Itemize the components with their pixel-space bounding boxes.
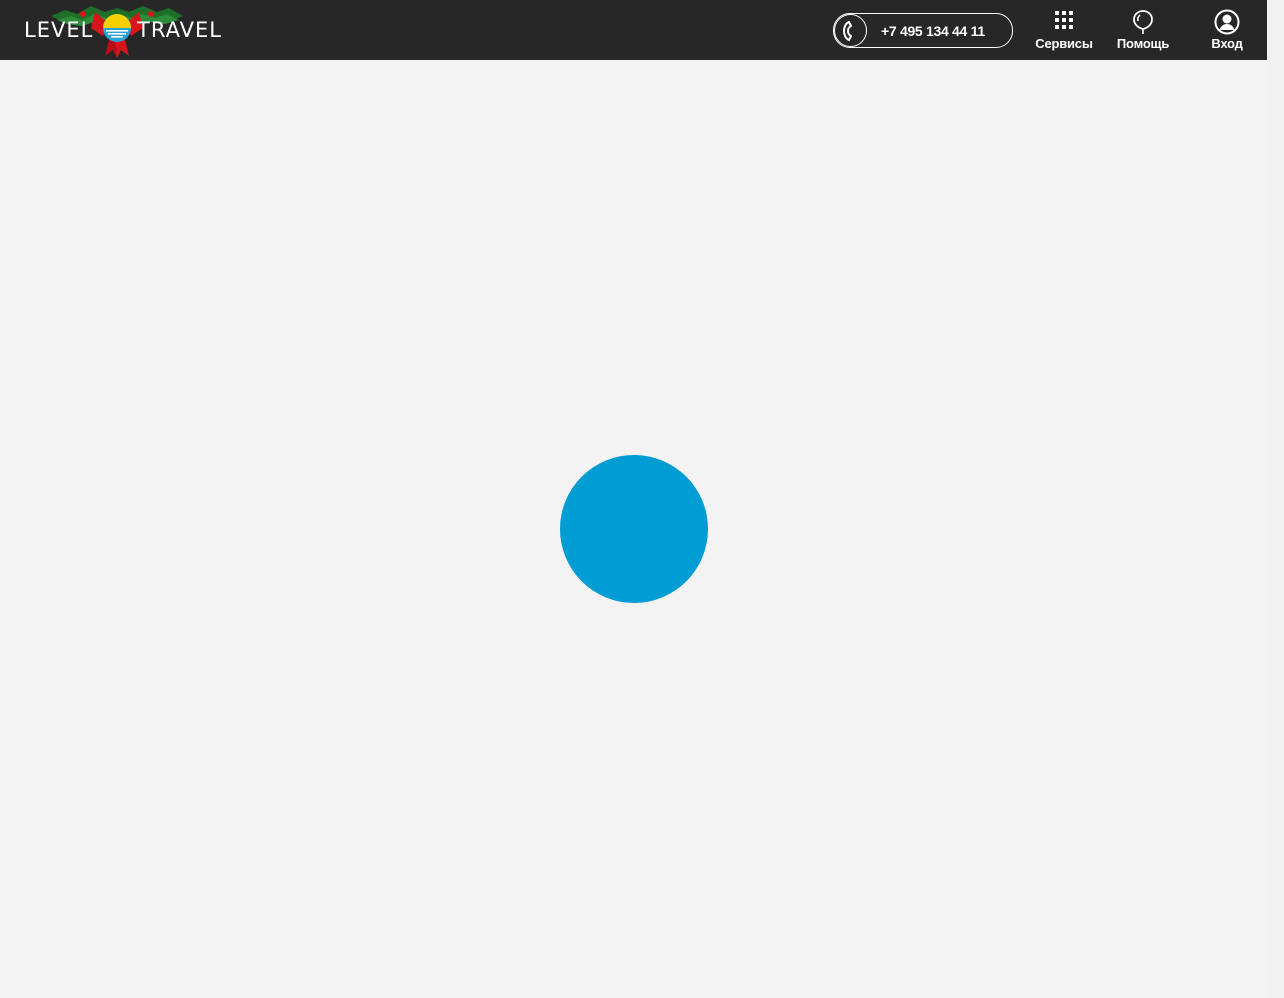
top-header: LEVEL TRAVEL +7 495 134 44 11 Сервисы По…	[0, 0, 1267, 60]
nav-services[interactable]: Сервисы	[1030, 7, 1098, 55]
logo-text-travel: TRAVEL	[137, 18, 222, 42]
nav-login-label: Вход	[1211, 36, 1243, 51]
phone-number: +7 495 134 44 11	[881, 23, 985, 39]
phone-button[interactable]: +7 495 134 44 11	[833, 13, 1013, 48]
nav-help-label: Помощь	[1116, 36, 1170, 51]
logo-text-level: LEVEL	[24, 18, 94, 42]
nav-services-label: Сервисы	[1035, 36, 1093, 51]
phone-icon	[834, 14, 867, 47]
level-travel-logo[interactable]: LEVEL TRAVEL	[24, 2, 229, 58]
loading-spinner-icon	[560, 455, 708, 603]
scrollbar-track[interactable]	[1267, 0, 1284, 998]
grid-icon	[1054, 9, 1074, 34]
nav-login[interactable]: Вход	[1200, 7, 1254, 55]
nav-help[interactable]: Помощь	[1110, 7, 1176, 55]
